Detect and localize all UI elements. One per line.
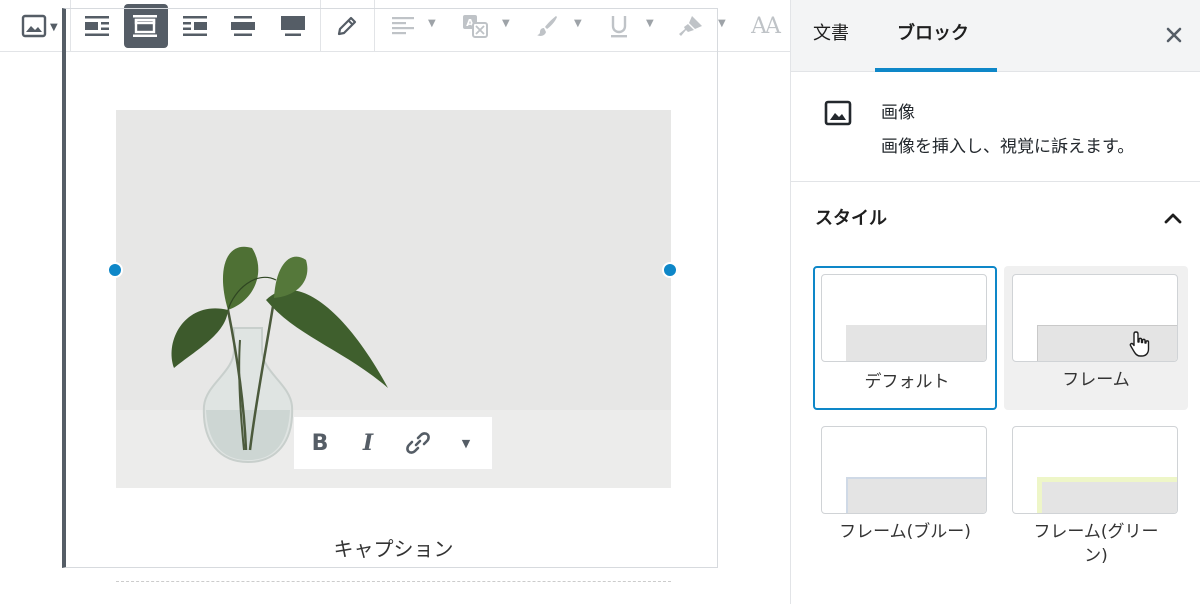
close-icon <box>1166 27 1182 43</box>
bold-icon: B <box>311 430 329 456</box>
sidebar-header: 文書 ブロック <box>791 0 1200 72</box>
resize-handle-right[interactable] <box>662 262 678 278</box>
style-frame-blue[interactable]: フレーム(ブルー) <box>813 418 997 562</box>
style-label-line: ン) <box>1084 546 1108 566</box>
style-frame-green[interactable]: フレーム(グリー ン) <box>1004 418 1188 566</box>
chevron-down-icon: ▼ <box>718 18 726 29</box>
font-size-icon: AA <box>751 13 781 39</box>
style-preview <box>1012 274 1178 362</box>
italic-button[interactable]: I <box>346 417 390 469</box>
bold-button[interactable]: B <box>298 417 342 469</box>
block-title: 画像 <box>881 103 915 123</box>
font-size-button[interactable]: AA <box>744 4 786 48</box>
chevron-down-icon: ▼ <box>50 22 58 33</box>
italic-icon: I <box>362 430 374 456</box>
hand-cursor-icon <box>1129 331 1150 357</box>
more-options-button[interactable]: ▼ <box>444 417 488 469</box>
resize-handle-left[interactable] <box>107 262 123 278</box>
image-icon <box>21 14 47 38</box>
tab-block[interactable]: ブロック <box>897 0 969 71</box>
preview-fill <box>1037 477 1177 513</box>
style-label: フレーム(ブルー) <box>839 522 971 542</box>
style-default[interactable]: デフォルト <box>813 266 997 410</box>
image-caption[interactable]: キャプション <box>116 533 671 562</box>
caption-underline <box>116 581 671 582</box>
block-info-card: 画像 画像を挿入し、視覚に訴えます。 <box>791 72 1200 182</box>
close-sidebar-button[interactable] <box>1161 22 1187 48</box>
preview-fill <box>1037 325 1177 361</box>
link-icon <box>406 432 430 454</box>
style-label: フレーム <box>1062 370 1130 390</box>
chevron-down-icon: ▼ <box>461 436 471 450</box>
style-preview <box>821 274 987 362</box>
link-button[interactable] <box>396 417 440 469</box>
style-preview <box>1012 426 1178 514</box>
block-description: 画像を挿入し、視覚に訴えます。 <box>881 137 1135 157</box>
settings-sidebar: 文書 ブロック 画像 画像を挿入し、視覚に訴えます。 スタイル デフォルト フレ… <box>790 0 1200 604</box>
preview-fill <box>846 325 986 361</box>
style-preview <box>821 426 987 514</box>
chevron-up-icon <box>1164 213 1182 224</box>
image-icon <box>824 100 852 126</box>
image-type-button[interactable]: ▼ <box>4 4 64 48</box>
tab-document[interactable]: 文書 <box>813 0 849 71</box>
style-frame[interactable]: フレーム <box>1004 266 1188 410</box>
caption-format-toolbar: B I ▼ <box>293 416 493 470</box>
preview-fill <box>846 477 986 513</box>
style-label-line: フレーム(グリー <box>1033 522 1159 542</box>
styles-panel-title[interactable]: スタイル <box>815 204 887 230</box>
style-label: フレーム(グリー ン) <box>1004 520 1188 568</box>
style-label: デフォルト <box>864 372 950 392</box>
styles-panel-toggle[interactable] <box>1161 206 1185 230</box>
